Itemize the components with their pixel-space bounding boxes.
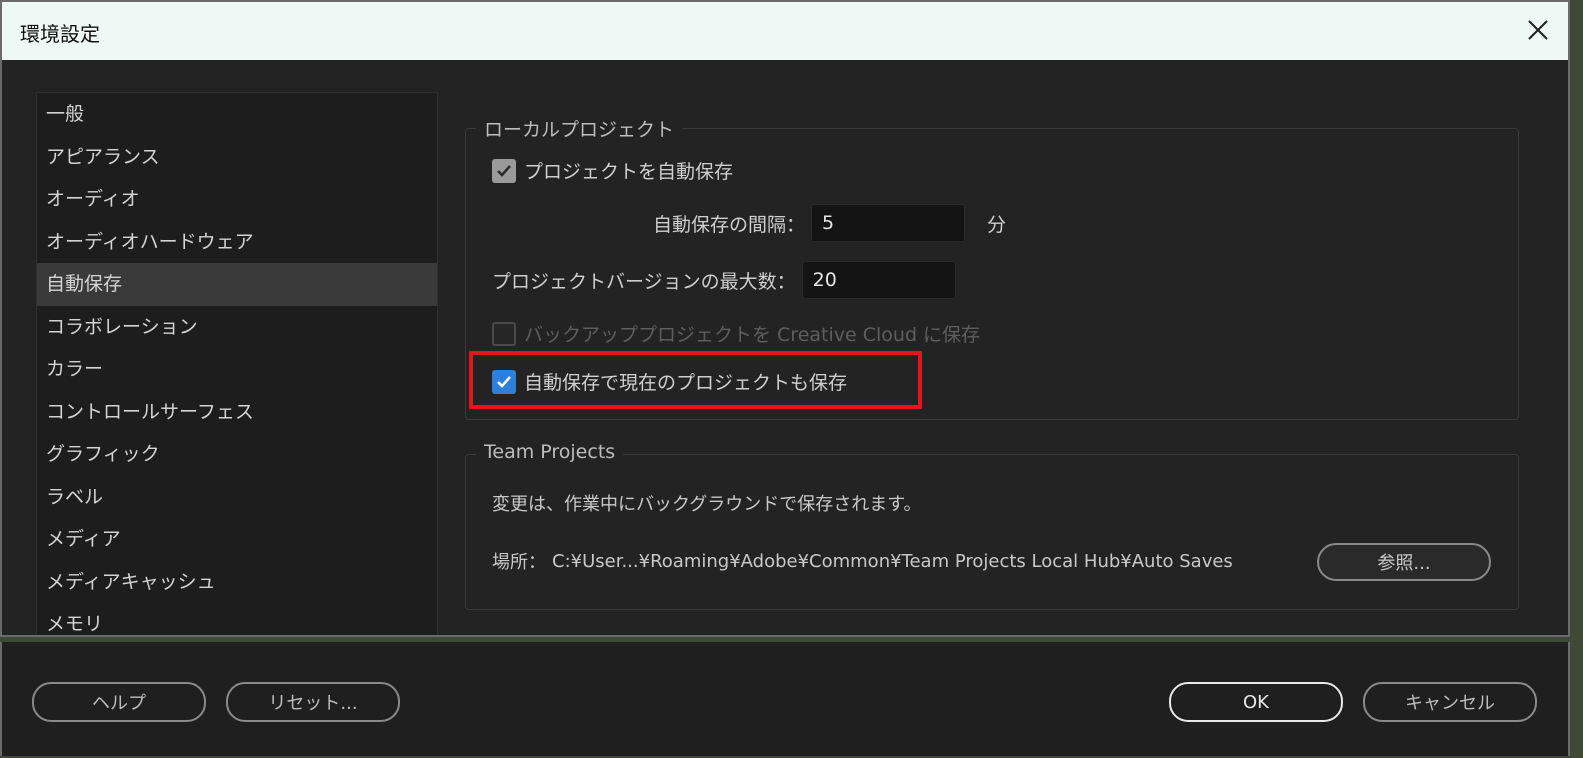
- sidebar-item[interactable]: コントロールサーフェス: [37, 391, 437, 434]
- sidebar-item[interactable]: ラベル: [37, 476, 437, 519]
- save-current-checkbox[interactable]: [492, 369, 516, 394]
- close-button[interactable]: [1522, 14, 1554, 46]
- backup-row: バックアッププロジェクトを Creative Cloud に保存: [492, 320, 980, 347]
- title-bar: 環境設定: [2, 2, 1568, 60]
- check-icon: [497, 375, 511, 388]
- autosave-row: プロジェクトを自動保存: [492, 157, 733, 184]
- sidebar-item[interactable]: メディア: [37, 518, 437, 561]
- interval-input[interactable]: 5: [811, 204, 966, 242]
- sidebar-item[interactable]: グラフィック: [37, 433, 437, 476]
- max-versions-label: プロジェクトバージョンの最大数：: [492, 270, 796, 293]
- window-title: 環境設定: [20, 22, 100, 46]
- sidebar-item[interactable]: 自動保存: [37, 263, 437, 306]
- check-icon: [497, 164, 511, 177]
- sidebar-item[interactable]: メディアキャッシュ: [37, 561, 437, 604]
- dialog-footer: ヘルプ リセット... OK キャンセル: [0, 642, 1570, 756]
- interval-row: 自動保存の間隔： 5 分: [653, 204, 1006, 242]
- category-list: 一般 アピアランス オーディオ オーディオハードウェア 自動保存 コラボレーション カラーコ…: [36, 92, 438, 635]
- autosave-checkbox[interactable]: [492, 158, 516, 183]
- team-info-text: 変更は、作業中にバックグラウンドで保存されます。: [492, 494, 922, 515]
- ok-button[interactable]: OK: [1169, 682, 1343, 722]
- backup-label: バックアッププロジェクトを Creative Cloud に保存: [524, 324, 981, 346]
- location-path: C:¥User...¥Roaming¥Adobe¥Common¥Team Pro…: [552, 550, 1233, 572]
- sidebar-item[interactable]: コラボレーション: [37, 306, 437, 349]
- team-projects-title: Team Projects: [476, 441, 624, 463]
- location-row: 場所： C:¥User...¥Roaming¥Adobe¥Common¥Team…: [492, 548, 1233, 574]
- interval-unit: 分: [987, 213, 1007, 236]
- reset-button[interactable]: リセット...: [226, 682, 400, 722]
- save-current-row: 自動保存で現在のプロジェクトも保存: [492, 368, 847, 395]
- local-project-title: ローカルプロジェクト: [476, 115, 683, 142]
- help-button[interactable]: ヘルプ: [32, 682, 206, 722]
- max-versions-row: プロジェクトバージョンの最大数： 20: [492, 261, 956, 299]
- sidebar-item[interactable]: アピアランス: [37, 136, 437, 179]
- backup-checkbox[interactable]: [492, 321, 516, 346]
- sidebar-item[interactable]: カラー: [37, 348, 437, 391]
- close-icon: [1528, 20, 1548, 40]
- save-current-label: 自動保存で現在のプロジェクトも保存: [524, 372, 848, 394]
- location-label: 場所：: [492, 552, 546, 573]
- team-projects-group: Team Projects: [465, 441, 1519, 610]
- team-info-row: 変更は、作業中にバックグラウンドで保存されます。: [492, 490, 921, 516]
- preferences-dialog: 環境設定 一般 アピアランス オーディオ オーディオハードウェア 自動保存 コラボレーショ…: [0, 0, 1570, 637]
- sidebar-item[interactable]: メモリ: [37, 603, 437, 635]
- sidebar-item[interactable]: 一般: [37, 93, 437, 136]
- browse-button[interactable]: 参照...: [1317, 543, 1491, 581]
- sidebar-item[interactable]: オーディオ: [37, 178, 437, 221]
- max-versions-input[interactable]: 20: [801, 261, 956, 299]
- cancel-button[interactable]: キャンセル: [1363, 682, 1537, 722]
- autosave-label: プロジェクトを自動保存: [524, 161, 734, 183]
- sidebar-item[interactable]: オーディオハードウェア: [37, 221, 437, 264]
- interval-label: 自動保存の間隔：: [653, 213, 806, 236]
